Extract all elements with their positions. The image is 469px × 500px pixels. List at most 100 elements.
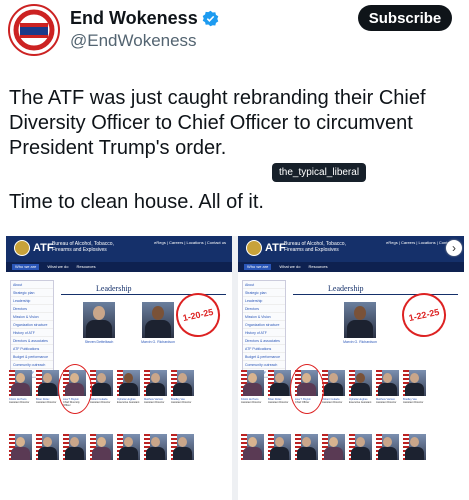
sidebar-item: About [11, 281, 53, 289]
sidebar-item: Community outreach [11, 361, 53, 369]
nav-item: Resources [308, 264, 328, 269]
sidebar-item: Organization structure [243, 321, 285, 329]
atf-header: ATF Bureau of Alcohol, Tobacco, Firearms… [238, 236, 464, 262]
post: End Wokeness @EndWokeness Subscribe The … [0, 0, 469, 500]
highlight-circle [58, 364, 92, 414]
atf-sidebar: About Strategic plan Leadership Director… [10, 280, 54, 378]
staff-photo [349, 434, 372, 460]
sidebar-item: About [243, 281, 285, 289]
atf-sidebar: About Strategic plan Leadership Director… [242, 280, 286, 378]
leader-photo [83, 302, 115, 338]
sidebar-item: Budget & performance [11, 353, 53, 361]
date-stamp: 1-22-25 [397, 288, 451, 342]
staff-row [241, 370, 426, 396]
staff-captions: Kristin de Paco Assistant Director Brian … [241, 398, 424, 405]
leader-name: Marvin G. Richardson [343, 340, 377, 344]
staff-photo [144, 370, 167, 396]
staff-photo [241, 434, 264, 460]
staff-photo [117, 370, 140, 396]
nav-item: Who we are [12, 264, 40, 270]
staff-captions: Kristin de Paco Assistant Director Brian … [9, 398, 192, 408]
staff-photo [268, 434, 291, 460]
sidebar-item: History of ATF [11, 329, 53, 337]
staff-photo [322, 370, 345, 396]
post-text-paragraph-2: Time to clean house. All of it. [9, 191, 264, 213]
atf-seal-icon [246, 240, 262, 256]
nav-item: Resources [76, 264, 96, 269]
post-image[interactable]: ATF Bureau of Alcohol, Tobacco, Firearms… [6, 236, 464, 500]
media-tag[interactable]: the_typical_liberal [272, 163, 367, 182]
atf-nav: Who we are What we do Resources [238, 262, 464, 272]
sidebar-item: History of ATF [243, 329, 285, 337]
atf-header: ATF Bureau of Alcohol, Tobacco, Firearms… [6, 236, 232, 262]
sidebar-item: Directors & associates [243, 337, 285, 345]
atf-top-links: eRegs | Careers | Locations | Contact us [154, 240, 226, 245]
sidebar-item: Directors & associates [11, 337, 53, 345]
verified-badge-icon [202, 10, 219, 27]
sidebar-item: Strategic plan [11, 289, 53, 297]
nav-item: What we do [279, 264, 301, 269]
sidebar-item: ATF Publications [243, 345, 285, 353]
sidebar-item: Strategic plan [243, 289, 285, 297]
post-text-paragraph-1: The ATF was just caught rebranding their… [9, 87, 426, 159]
leadership-heading: Leadership [328, 284, 364, 293]
atf-nav: Who we are What we do Resources [6, 262, 232, 272]
nav-item: Who we are [244, 264, 272, 270]
sidebar-item: ATF Publications [11, 345, 53, 353]
staff-photo [9, 370, 32, 396]
staff-photo [349, 370, 372, 396]
sidebar-item: Community outreach [243, 361, 285, 369]
sidebar-item: Leadership [243, 297, 285, 305]
atf-seal-icon [14, 240, 30, 256]
sidebar-item: Directors [11, 305, 53, 313]
staff-photo [171, 370, 194, 396]
staff-photo [241, 370, 264, 396]
nav-item: What we do [47, 264, 69, 269]
author-name-row[interactable]: End Wokeness [70, 8, 219, 29]
sidebar-item: Directors [243, 305, 285, 313]
staff-photo [403, 370, 426, 396]
staff-photo [90, 370, 113, 396]
atf-subtitle: Bureau of Alcohol, Tobacco, Firearms and… [284, 241, 346, 253]
screenshot-after: ATF Bureau of Alcohol, Tobacco, Firearms… [238, 236, 464, 500]
staff-row [241, 434, 426, 460]
staff-row [9, 434, 194, 460]
staff-photo [171, 434, 194, 460]
avatar[interactable] [8, 4, 60, 56]
staff-photo [144, 434, 167, 460]
staff-photo [9, 434, 32, 460]
atf-logo: ATF [246, 240, 286, 256]
highlight-circle [290, 364, 324, 414]
sidebar-item: Budget & performance [243, 353, 285, 361]
staff-row [9, 370, 194, 396]
author-handle[interactable]: @EndWokeness [70, 31, 197, 51]
leader-photo [142, 302, 174, 338]
avatar-logo-icon [11, 7, 57, 53]
staff-photo [117, 434, 140, 460]
leader-name: Marvin G. Richardson [141, 340, 175, 344]
screenshot-before: ATF Bureau of Alcohol, Tobacco, Firearms… [6, 236, 232, 500]
leader-name: Steven Dettelbach [84, 340, 114, 344]
atf-logo: ATF [14, 240, 54, 256]
staff-photo [295, 434, 318, 460]
sidebar-item: Mission & Vision [11, 313, 53, 321]
author-name[interactable]: End Wokeness [70, 8, 198, 29]
staff-photo [268, 370, 291, 396]
staff-photo [36, 370, 59, 396]
staff-photo [36, 434, 59, 460]
sidebar-item: Organization structure [11, 321, 53, 329]
staff-photo [63, 434, 86, 460]
subscribe-button[interactable]: Subscribe [358, 5, 452, 31]
staff-photo [322, 434, 345, 460]
staff-photo [376, 370, 399, 396]
date-stamp: 1-20-25 [171, 288, 225, 342]
staff-photo [403, 434, 426, 460]
atf-subtitle: Bureau of Alcohol, Tobacco, Firearms and… [52, 241, 114, 253]
sidebar-item: Leadership [11, 297, 53, 305]
staff-photo [90, 434, 113, 460]
leader-photo [344, 302, 376, 338]
sidebar-item: Mission & Vision [243, 313, 285, 321]
staff-photo [376, 434, 399, 460]
next-image-arrow-icon[interactable]: › [446, 240, 462, 256]
leadership-heading: Leadership [96, 284, 132, 293]
